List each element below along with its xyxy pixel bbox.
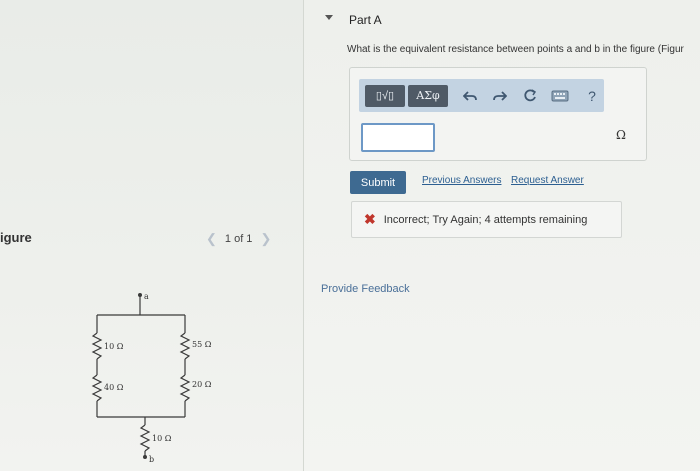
node-a-dot [138,293,142,297]
resistor-bottom-label: 10 Ω [152,434,172,443]
template-button[interactable]: ▯√▯ [365,84,405,107]
answer-input[interactable] [361,123,435,152]
chevron-left-icon[interactable]: ❮ [206,231,217,247]
node-b-dot [143,455,147,459]
math-toolbar: ▯√▯ ΑΣφ ? [359,79,604,112]
unit-label: Ω [616,128,626,142]
provide-feedback-link[interactable]: Provide Feedback [321,283,410,295]
greek-symbols-button[interactable]: ΑΣφ [408,84,448,107]
figure-panel: igure ❮ 1 of 1 ❯ a b 10 Ω 40 Ω 55 Ω 20 Ω… [0,0,304,471]
undo-icon[interactable] [458,85,482,107]
resistor-right-top-label: 55 Ω [192,340,212,349]
figure-pager: ❮ 1 of 1 ❯ [206,231,271,247]
chevron-right-icon[interactable]: ❯ [260,231,271,247]
feedback-text: Incorrect; Try Again; 4 attempts remaini… [383,213,588,226]
incorrect-x-icon: ✖ [364,211,376,227]
submit-button[interactable]: Submit [350,171,406,194]
node-b-label: b [149,455,154,464]
resistor-left-bottom-label: 40 Ω [104,383,124,392]
resistor-left-top-label: 10 Ω [104,342,124,351]
circuit-figure: a b 10 Ω 40 Ω 55 Ω 20 Ω 10 Ω [85,285,235,465]
collapse-caret-icon[interactable] [325,15,333,20]
figure-title: igure [0,230,32,245]
reset-icon[interactable] [518,85,542,107]
question-text: What is the equivalent resistance betwee… [347,44,684,55]
resistor-right-bottom-label: 20 Ω [192,380,212,389]
previous-answers-link[interactable]: Previous Answers [422,175,501,186]
help-icon[interactable]: ? [580,85,604,107]
circuit-diagram: a b 10 Ω 40 Ω 55 Ω 20 Ω 10 Ω [91,292,212,464]
redo-icon[interactable] [488,85,512,107]
pager-text: 1 of 1 [224,233,253,245]
node-a-label: a [144,292,149,301]
request-answer-link[interactable]: Request Answer [511,175,584,186]
part-title: Part A [349,13,382,27]
feedback-message: ✖ Incorrect; Try Again; 4 attempts remai… [351,201,622,238]
keyboard-icon[interactable] [548,85,572,107]
